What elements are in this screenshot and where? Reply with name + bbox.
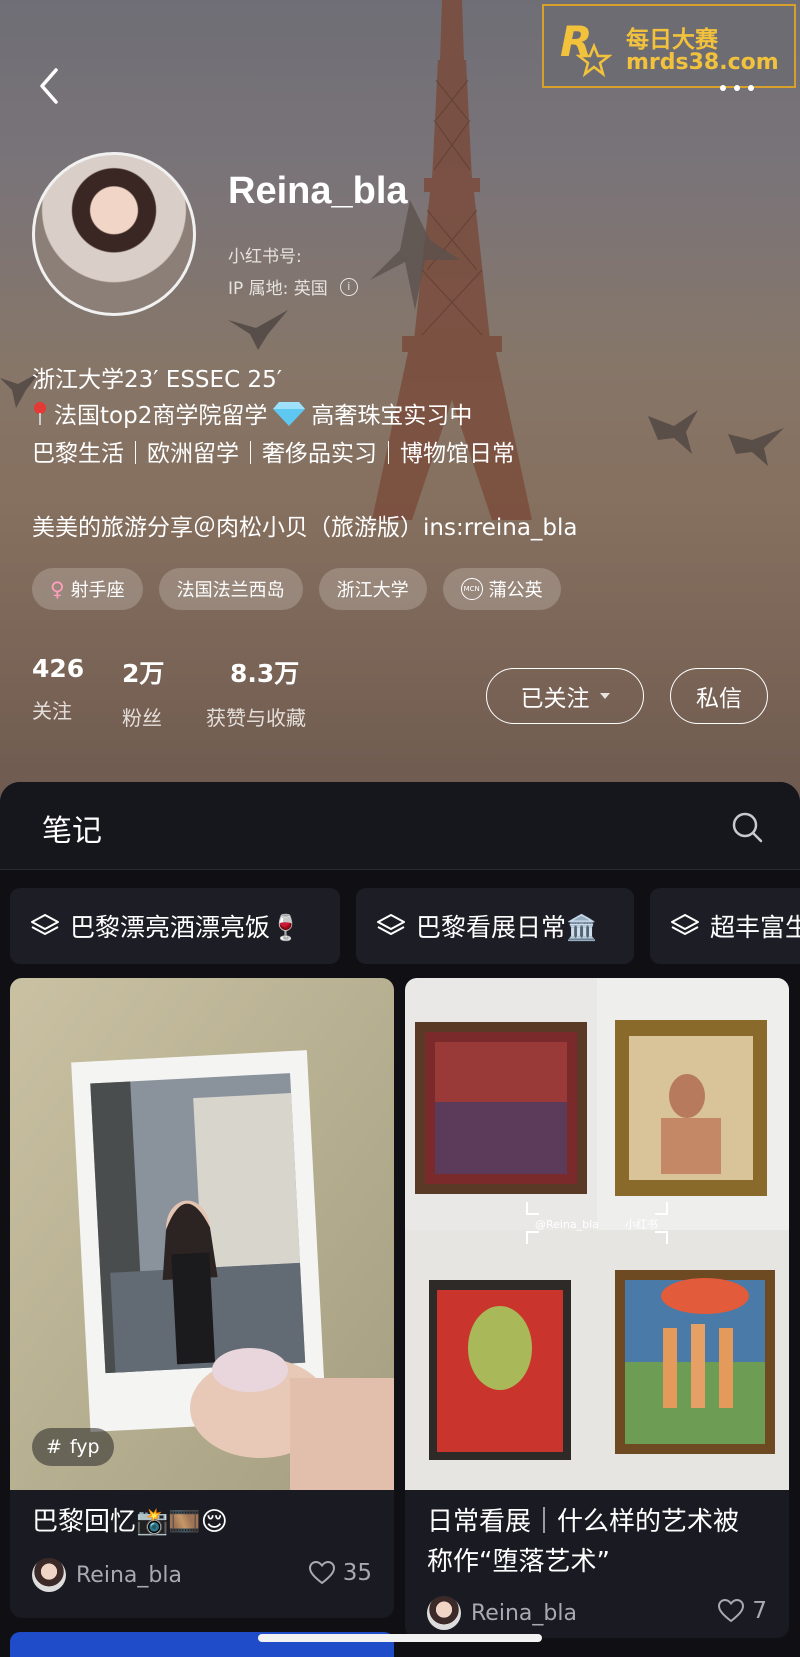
avatar xyxy=(32,1558,66,1592)
bio-text: 高奢珠宝实习中 xyxy=(311,403,473,429)
watermark-title: 每日大赛 xyxy=(626,27,718,53)
tag-zodiac[interactable]: ♀ 射手座 xyxy=(32,568,143,610)
search-icon[interactable] xyxy=(730,810,764,844)
watermark-logo: R xyxy=(560,17,612,78)
dot-icon xyxy=(734,85,740,91)
avatar xyxy=(427,1596,461,1630)
note-card[interactable]: # fyp 巴黎回忆📸🎞️😌 Reina_bla 35 xyxy=(10,978,394,1618)
notes-panel: 笔记 巴黎漂亮酒漂亮饭🍷 巴黎看展日常🏛️ 超丰富生 # fyp 巴黎回忆📸🎞️… xyxy=(0,782,800,1657)
bird-silhouette xyxy=(728,428,784,466)
collection-chip[interactable]: 巴黎漂亮酒漂亮饭🍷 xyxy=(10,888,340,964)
topic-tag-label: fyp xyxy=(69,1436,100,1458)
female-icon: ♀ xyxy=(50,577,65,601)
note-cover-image: @Reina_bla 小红书 xyxy=(405,978,789,1490)
stat-value: 2万 xyxy=(122,659,165,688)
collection-label: 巴黎漂亮酒漂亮饭🍷 xyxy=(70,913,302,942)
bird-silhouette xyxy=(648,410,698,454)
profile-avatar[interactable] xyxy=(32,152,196,316)
collection-label: 巴黎看展日常🏛️ xyxy=(416,913,598,942)
tag-label: 浙江大学 xyxy=(336,580,409,601)
hashtag-icon: # xyxy=(46,1436,62,1458)
tab-notes[interactable]: 笔记 xyxy=(42,806,102,850)
svg-text:R: R xyxy=(560,17,592,66)
stat-likes-collects[interactable]: 8.3万 获赞与收藏 xyxy=(206,654,306,731)
profile-username: Reina_bla xyxy=(228,170,408,212)
ip-location: IP 属地: 英国 i xyxy=(228,274,358,299)
bird-silhouette xyxy=(370,200,460,310)
bird-silhouette xyxy=(228,310,288,350)
author-name: Reina_bla xyxy=(471,1600,577,1626)
heart-icon xyxy=(308,1561,335,1585)
stat-label: 粉丝 xyxy=(122,706,162,730)
profile-header: R 每日大赛 mrds38.com Reina_bla 小红书号: IP 属地:… xyxy=(0,0,800,800)
notes-header: 笔记 xyxy=(0,782,800,870)
author-name: Reina_bla xyxy=(76,1562,182,1588)
collection-chip[interactable]: 巴黎看展日常🏛️ xyxy=(356,888,634,964)
layers-icon xyxy=(31,914,59,935)
image-watermark-app: 小红书 xyxy=(625,1218,658,1231)
collection-label: 超丰富生 xyxy=(710,913,800,942)
bio-line: 法国top2商学院留学 高奢珠宝实习中 xyxy=(32,396,472,430)
tag-label: 射手座 xyxy=(70,580,125,601)
tag-label: 蒲公英 xyxy=(488,580,543,601)
tag-label: 法国法兰西岛 xyxy=(176,580,285,601)
note-card[interactable]: @Reina_bla 小红书 日常看展｜什么样的艺术被 称作“堕落艺术” Rei… xyxy=(405,978,789,1638)
like-count: 7 xyxy=(752,1598,767,1624)
message-label: 私信 xyxy=(696,686,742,712)
topic-tag[interactable]: # fyp xyxy=(32,1428,114,1466)
tag-location[interactable]: 法国法兰西岛 xyxy=(158,568,303,610)
more-options-button[interactable] xyxy=(720,76,768,100)
bio-line: 浙江大学23′ ESSEC 25′ xyxy=(32,367,282,393)
note-author[interactable]: Reina_bla xyxy=(427,1596,577,1630)
layers-icon xyxy=(377,914,405,935)
dot-icon xyxy=(720,85,726,91)
bio-line: 美美的旅游分享＠肉松小贝（旅游版）ins:rreina_bla xyxy=(32,515,578,541)
note-title-line: 称作“堕落艺术” xyxy=(427,1547,610,1577)
collection-chip[interactable]: 超丰富生 xyxy=(650,888,800,964)
info-icon[interactable]: i xyxy=(339,277,358,296)
heart-icon xyxy=(718,1599,745,1623)
bio-text: 法国top2商学院留学 xyxy=(54,403,268,429)
image-watermark-user: @Reina_bla xyxy=(535,1218,599,1231)
note-title: 巴黎回忆📸🎞️😌 xyxy=(32,1507,228,1537)
note-title-line: 日常看展｜什么样的艺术被 xyxy=(427,1507,740,1537)
following-button[interactable]: 已关注 xyxy=(486,668,644,724)
collections-row: 巴黎漂亮酒漂亮饭🍷 巴黎看展日常🏛️ 超丰富生 xyxy=(0,888,800,964)
pin-icon xyxy=(34,402,46,425)
following-label: 已关注 xyxy=(520,686,590,712)
mcn-icon: MCN xyxy=(460,578,483,600)
stat-value: 426 xyxy=(32,654,85,683)
ip-location-text: IP 属地: 英国 xyxy=(228,279,328,299)
watermark-url: mrds38.com xyxy=(626,50,779,75)
stat-label: 获赞与收藏 xyxy=(206,706,306,730)
layers-icon xyxy=(671,914,699,935)
stat-following[interactable]: 426 关注 xyxy=(32,654,84,724)
stat-followers[interactable]: 2万 粉丝 xyxy=(122,654,164,731)
red-id[interactable]: 小红书号: xyxy=(228,242,302,267)
note-cover-image xyxy=(10,978,394,1490)
caret-down-icon xyxy=(599,693,610,699)
home-indicator[interactable] xyxy=(258,1634,542,1642)
chevron-left-icon xyxy=(40,68,58,104)
like-count: 35 xyxy=(342,1560,372,1586)
profile-tags: ♀ 射手座 法国法兰西岛 浙江大学 MCN 蒲公英 xyxy=(32,568,561,610)
stat-label: 关注 xyxy=(32,699,72,723)
like-button[interactable]: 7 xyxy=(718,1598,767,1624)
message-button[interactable]: 私信 xyxy=(670,668,768,724)
bio-line: 巴黎生活｜欧洲留学｜奢侈品实习｜博物馆日常 xyxy=(32,441,515,467)
note-title: 日常看展｜什么样的艺术被 称作“堕落艺术” xyxy=(427,1502,739,1582)
back-button[interactable] xyxy=(30,64,70,108)
note-author[interactable]: Reina_bla xyxy=(32,1558,182,1592)
dot-icon xyxy=(748,85,754,91)
stat-value: 8.3万 xyxy=(230,659,300,688)
like-button[interactable]: 35 xyxy=(308,1560,372,1586)
gem-icon xyxy=(273,402,306,426)
tag-mcn[interactable]: MCN 蒲公英 xyxy=(442,568,561,610)
tag-school[interactable]: 浙江大学 xyxy=(318,568,427,610)
